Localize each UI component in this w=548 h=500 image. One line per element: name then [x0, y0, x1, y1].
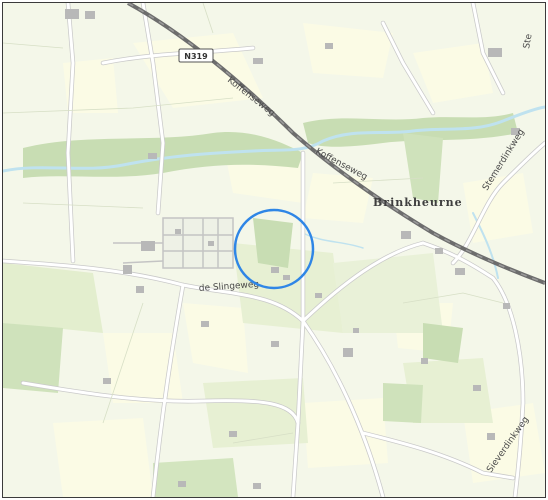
route-shield-label: N319 [184, 52, 208, 61]
map-frame[interactable]: N319 Koffenseweg Koffenseweg de Slingewe… [2, 2, 546, 498]
place-label-brinkheurne: Brinkheurne [373, 196, 463, 209]
route-shield-n319: N319 [178, 48, 214, 63]
map-canvas[interactable]: N319 Koffenseweg Koffenseweg de Slingewe… [3, 3, 545, 497]
